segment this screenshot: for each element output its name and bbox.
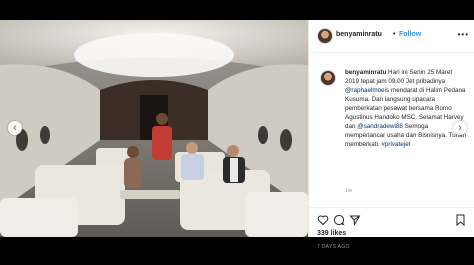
post-header: benyaminratu • Follow •••: [309, 20, 474, 53]
caption-avatar[interactable]: [320, 70, 336, 86]
separator-dot: •: [393, 31, 396, 38]
likes-count[interactable]: 339 likes: [317, 230, 346, 237]
post-actions: 339 likes 7 DAYS AGO: [309, 207, 474, 250]
comment-icon[interactable]: [333, 214, 345, 226]
post-photo[interactable]: ‹: [0, 20, 308, 237]
more-options-icon[interactable]: •••: [458, 30, 469, 39]
post-timestamp: 7 DAYS AGO: [317, 244, 350, 250]
hashtag-privatejet[interactable]: #privatejet: [381, 141, 410, 148]
private-jet-cabin-image: [0, 20, 308, 237]
post-caption: benyaminratu Hari ini Senin 25 Maret 201…: [345, 68, 467, 149]
caption-username[interactable]: benyaminratu: [345, 69, 386, 76]
username-link[interactable]: benyaminratu: [336, 31, 382, 38]
carousel-prev-button[interactable]: ‹: [8, 121, 22, 135]
instagram-post: ‹ benyaminratu • Follow ••• benyaminratu…: [0, 20, 474, 250]
comment-timestamp: 1w: [345, 188, 353, 194]
mention-raphaelmoeis[interactable]: @raphaelmoeis: [345, 87, 389, 94]
avatar[interactable]: [317, 28, 333, 44]
heart-icon[interactable]: [317, 214, 329, 226]
mention-sandradewi88[interactable]: @sandradewi88: [357, 123, 403, 130]
follow-button[interactable]: Follow: [399, 31, 421, 38]
carousel-next-button[interactable]: ›: [453, 121, 467, 135]
share-icon[interactable]: [349, 214, 361, 226]
post-sidebar: benyaminratu • Follow ••• benyaminratu H…: [308, 20, 474, 250]
bookmark-icon[interactable]: [455, 214, 466, 226]
